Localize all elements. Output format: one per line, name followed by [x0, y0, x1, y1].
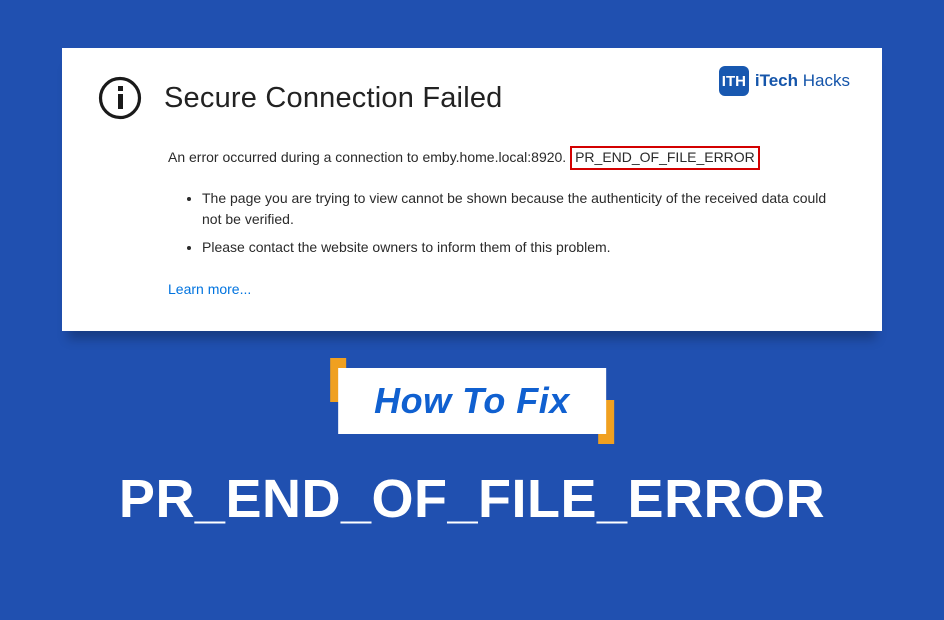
- learn-more-link[interactable]: Learn more...: [168, 281, 251, 297]
- how-to-fix-banner: How To Fix: [338, 368, 606, 434]
- error-message: An error occurred during a connection to…: [168, 146, 760, 170]
- logo-text: iTech Hacks: [755, 71, 850, 91]
- error-bullet-2: Please contact the website owners to inf…: [202, 237, 842, 259]
- error-message-pre: An error occurred during a connection to…: [168, 149, 570, 165]
- error-title: Secure Connection Failed: [164, 82, 503, 115]
- banner-label: How To Fix: [374, 380, 570, 421]
- error-bullets: The page you are trying to view cannot b…: [202, 188, 842, 259]
- headline-error-code: PR_END_OF_FILE_ERROR: [0, 468, 944, 530]
- logo-badge: ITH: [719, 66, 749, 96]
- error-card: ITH iTech Hacks Secure Connection Failed…: [62, 48, 882, 331]
- error-bullet-1: The page you are trying to view cannot b…: [202, 188, 842, 231]
- error-code-highlight: PR_END_OF_FILE_ERROR: [570, 146, 760, 170]
- info-icon: [98, 76, 142, 120]
- brand-logo: ITH iTech Hacks: [719, 66, 850, 96]
